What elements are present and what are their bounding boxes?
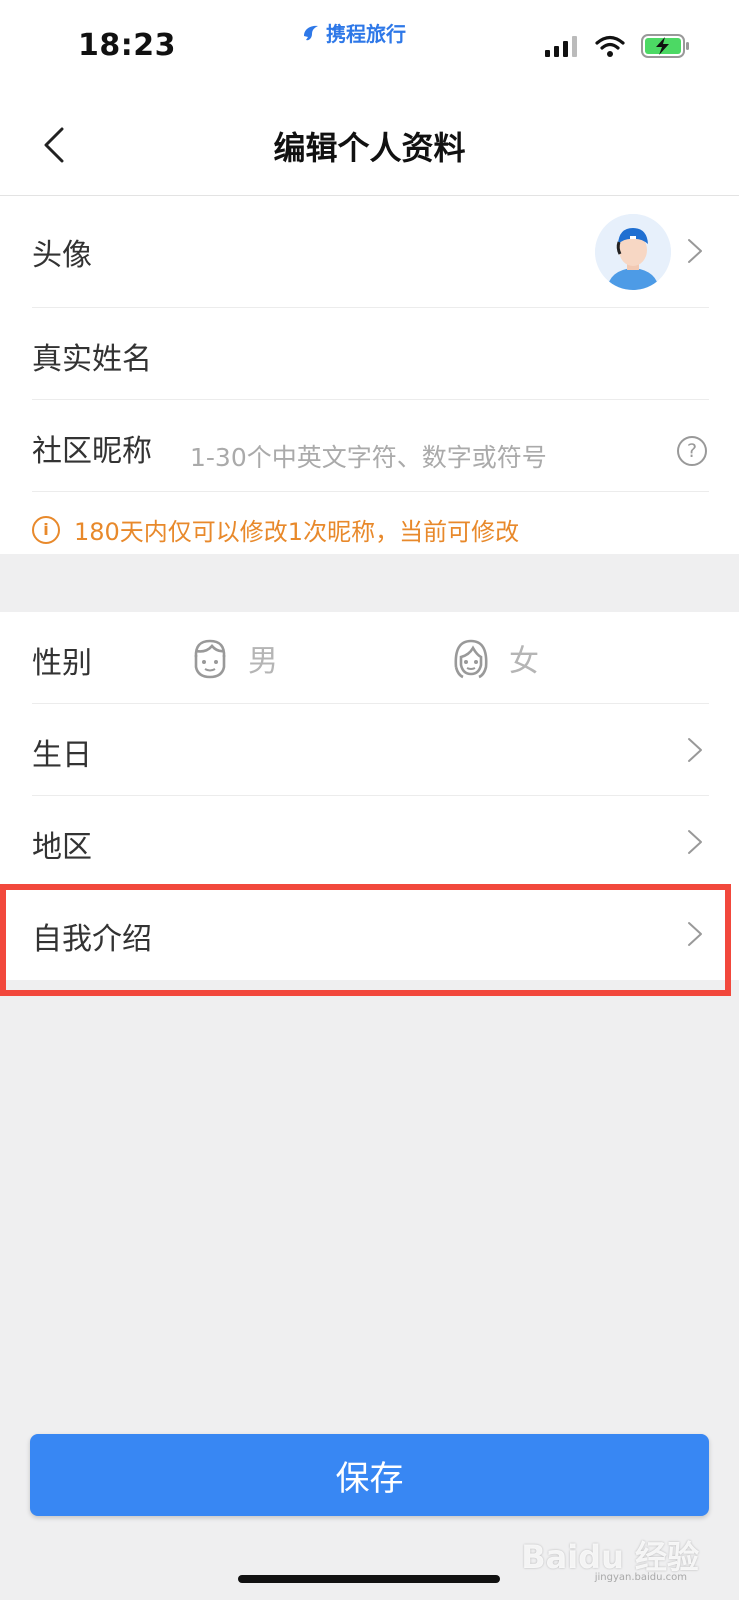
intro-label: 自我介绍 (32, 922, 152, 957)
save-button[interactable]: 保存 (30, 1434, 709, 1516)
nickname-notice: i 180天内仅可以修改1次昵称，当前可修改 (32, 512, 519, 547)
avatar-label: 头像 (32, 238, 92, 273)
battery-icon (641, 34, 689, 58)
info-icon: i (32, 515, 60, 544)
avatar-row[interactable]: 头像 (0, 196, 739, 308)
avatar[interactable] (595, 214, 671, 290)
status-time: 18:23 (78, 28, 176, 63)
intro-row[interactable]: 自我介绍 (0, 888, 739, 980)
nickname-input[interactable]: 1-30个中英文字符、数字或符号 (190, 438, 547, 474)
gender-label: 性别 (32, 646, 92, 681)
status-icons (545, 34, 691, 58)
help-icon[interactable]: ? (677, 436, 707, 466)
gender-male-option[interactable]: 男 (190, 636, 278, 680)
gender-male-text: 男 (248, 644, 278, 679)
avatar-person-icon (595, 214, 671, 290)
male-face-icon (194, 639, 226, 679)
nickname-row[interactable]: 社区昵称 1-30个中英文字符、数字或符号 ? (0, 400, 739, 492)
brand-dolphin-icon (304, 25, 318, 40)
profile-section: 头像 真实姓名 社区昵称 1-30个中英文字符、数字或符号 ? i 180天内仅… (0, 196, 739, 554)
gender-female-text: 女 (509, 644, 539, 679)
region-row[interactable]: 地区 (0, 796, 739, 888)
signal-icon (545, 36, 577, 57)
nickname-notice-row: i 180天内仅可以修改1次昵称，当前可修改 (0, 492, 739, 554)
region-chevron-icon (688, 830, 702, 854)
details-section: 性别 男 女 生日 地区 自我介绍 (0, 612, 739, 980)
female-face-icon (454, 639, 488, 679)
realname-label: 真实姓名 (32, 342, 152, 377)
watermark-sub: jingyan.baidu.com (594, 1572, 687, 1583)
nickname-label: 社区昵称 (32, 434, 152, 469)
brand-logo: 携程旅行 (300, 18, 406, 47)
gender-female-option[interactable]: 女 (451, 636, 539, 680)
page-title: 编辑个人资料 (273, 129, 466, 167)
gender-row: 性别 男 女 (0, 612, 739, 704)
region-label: 地区 (32, 830, 92, 865)
status-bar: 18:23 携程旅行 (0, 0, 739, 95)
birthday-chevron-icon (688, 738, 702, 762)
home-indicator (238, 1575, 500, 1583)
realname-row[interactable]: 真实姓名 (0, 308, 739, 400)
brand-name: 携程旅行 (326, 22, 406, 46)
avatar-chevron-icon (688, 239, 702, 263)
intro-chevron-icon (688, 922, 702, 946)
birthday-label: 生日 (32, 738, 92, 773)
wifi-icon (595, 35, 625, 57)
notice-text: 180天内仅可以修改1次昵称，当前可修改 (74, 518, 520, 546)
birthday-row[interactable]: 生日 (0, 704, 739, 796)
nav-bar: 编辑个人资料 (0, 95, 739, 196)
